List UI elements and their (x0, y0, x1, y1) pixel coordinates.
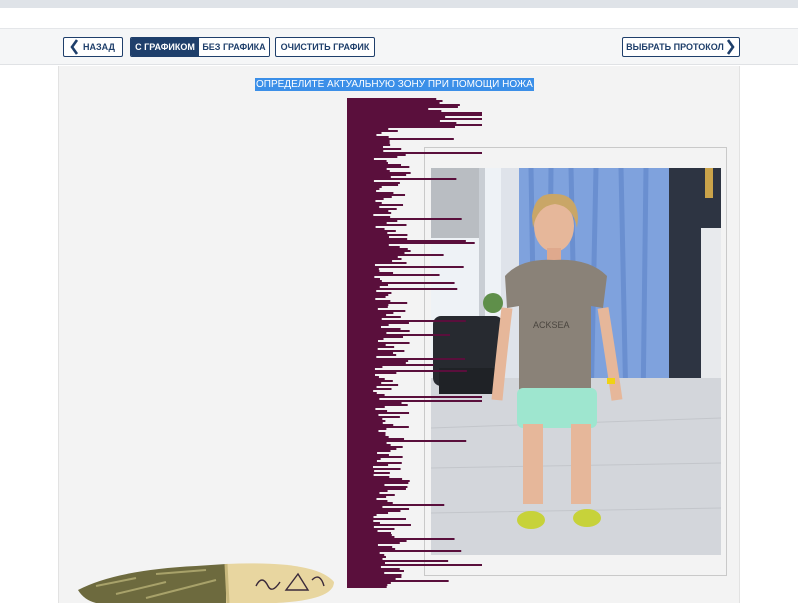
clear-graph-label: ОЧИСТИТЬ ГРАФИК (280, 42, 370, 52)
with-graph-option[interactable]: С ГРАФИКОМ (131, 38, 199, 56)
lock-icon (705, 168, 713, 198)
knife-tool[interactable] (76, 560, 338, 603)
choose-protocol-button[interactable]: ВЫБРАТЬ ПРОТОКОЛ (622, 37, 740, 57)
back-button[interactable]: НАЗАД (63, 37, 123, 57)
toolbar: НАЗАД С ГРАФИКОМ БЕЗ ГРАФИКА ОЧИСТИТЬ ГР… (0, 28, 798, 65)
choose-protocol-label: ВЫБРАТЬ ПРОТОКОЛ (626, 42, 724, 52)
without-graph-option[interactable]: БЕЗ ГРАФИКА (199, 38, 269, 56)
graph-trace[interactable] (347, 98, 482, 588)
browser-top-strip (0, 0, 798, 8)
with-graph-label: С ГРАФИКОМ (135, 42, 195, 52)
back-button-label: НАЗАД (83, 42, 115, 52)
clear-graph-button[interactable]: ОЧИСТИТЬ ГРАФИК (275, 37, 375, 57)
instruction-text: ОПРЕДЕЛИТЕ АКТУАЛЬНУЮ ЗОНУ ПРИ ПОМОЩИ НО… (255, 78, 534, 91)
graph-mode-toggle: С ГРАФИКОМ БЕЗ ГРАФИКА (130, 37, 270, 57)
chevron-left-icon (70, 39, 78, 55)
chevron-right-icon (727, 39, 735, 55)
without-graph-label: БЕЗ ГРАФИКА (202, 42, 266, 52)
shirt-print: ACKSEA (533, 320, 570, 330)
